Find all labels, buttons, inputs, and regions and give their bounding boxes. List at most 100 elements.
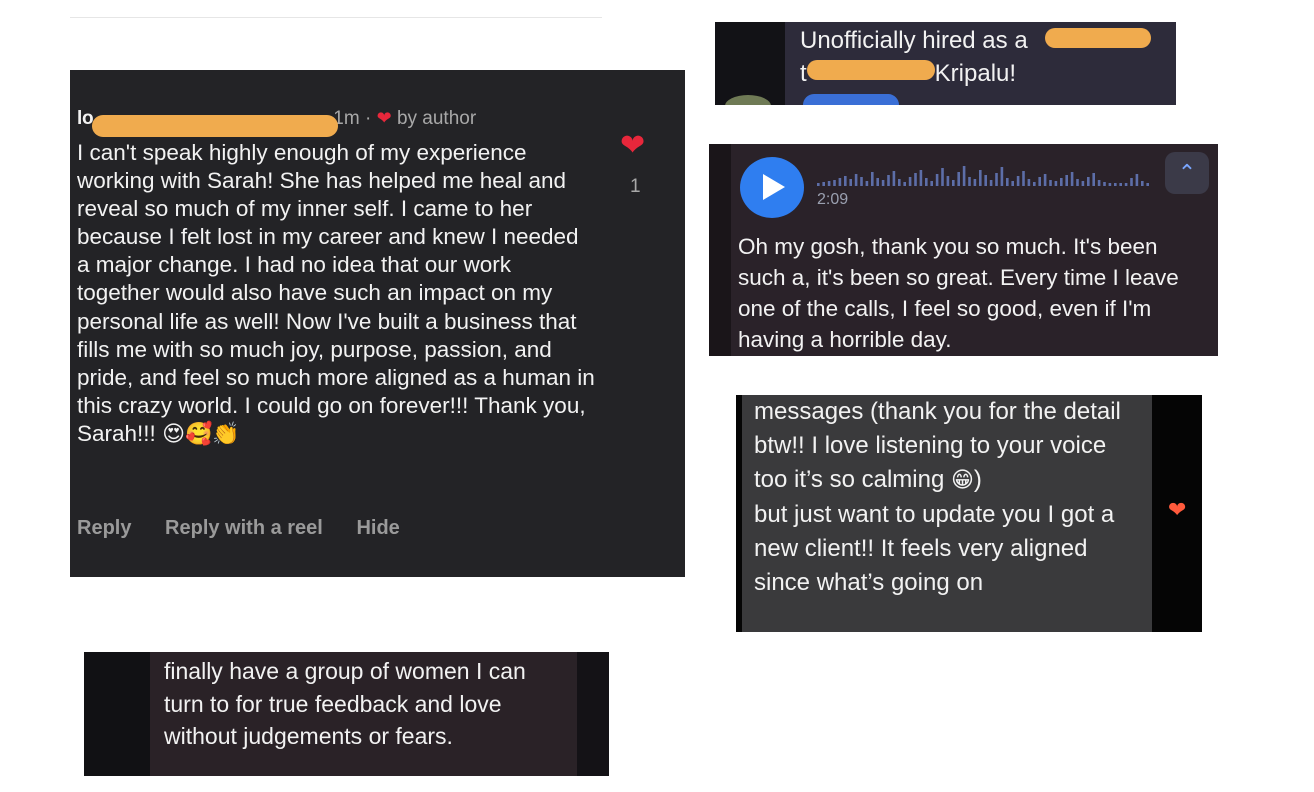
waveform-bar <box>838 178 842 186</box>
waveform-bar <box>849 179 852 186</box>
waveform-bar <box>871 172 874 186</box>
reply-button[interactable]: Reply <box>77 517 131 539</box>
waveform-bar <box>935 174 939 186</box>
chevron-up-icon: ⌃ <box>1177 160 1197 185</box>
waveform-bar <box>930 181 933 186</box>
waveform-bar <box>860 177 863 186</box>
reply-with-reel-button[interactable]: Reply with a reel <box>165 517 323 539</box>
waveform-bar <box>1092 173 1095 186</box>
waveform-bar <box>833 180 836 186</box>
redaction-mark <box>1045 28 1151 48</box>
waveform-bar <box>1054 181 1058 186</box>
voice-message-card: 2:09 ⌃ Oh my gosh, thank you so much. It… <box>709 144 1218 356</box>
waveform-bar <box>827 181 831 186</box>
waveform-bar <box>1038 177 1041 186</box>
waveform-bar <box>995 173 998 186</box>
message-hired-text: Unofficially hired as a t Kripalu! <box>800 24 1028 90</box>
message-client-text: messages (thank you for the detail btw!!… <box>754 395 1146 600</box>
waveform-bar <box>952 180 955 186</box>
voice-duration: 2:09 <box>817 191 849 208</box>
waveform-bar <box>1006 178 1009 186</box>
waveform-bar <box>1146 183 1149 186</box>
like-heart-icon[interactable]: ❤ <box>620 128 645 163</box>
waveform-bar <box>1081 181 1085 186</box>
redaction-mark <box>92 115 338 137</box>
message-line-2-suffix: Kripalu! <box>934 60 1017 87</box>
waveform-bar <box>1000 167 1004 186</box>
redaction-mark <box>807 60 935 80</box>
comment-username[interactable]: lo <box>77 108 94 129</box>
chat-background <box>577 652 609 776</box>
voice-transcript: Oh my gosh, thank you so much. It's been… <box>738 234 1179 352</box>
waveform-bar <box>817 183 820 186</box>
waveform-bar <box>1043 174 1047 186</box>
play-icon <box>763 174 785 200</box>
waveform-bar <box>1016 176 1020 186</box>
play-button[interactable] <box>740 157 804 218</box>
waveform-bar <box>1022 171 1025 186</box>
waveform-bar <box>925 178 928 186</box>
waveform-bar <box>1097 180 1101 186</box>
message-text-part-3: but just want to update you I got a new … <box>754 501 1115 596</box>
heart-reaction-icon: ❤ <box>1168 497 1187 522</box>
waveform-bar <box>908 177 912 186</box>
comment-actions: Reply Reply with a reel Hide <box>77 517 428 540</box>
waveform-bar <box>1119 183 1122 186</box>
waveform-bar <box>941 168 944 186</box>
message-hired-card: Unofficially hired as a t Kripalu! <box>715 22 1176 105</box>
waveform[interactable] <box>817 162 1152 188</box>
message-group-card: finally have a group of women I can turn… <box>84 652 609 776</box>
waveform-bar <box>892 171 896 186</box>
waveform-bar <box>919 170 923 186</box>
waveform-bar <box>1070 172 1074 186</box>
chat-background <box>84 652 150 776</box>
waveform-bar <box>968 177 971 186</box>
message-text-part-1: messages (thank you for the detail btw!!… <box>754 398 1121 493</box>
waveform-bar <box>1087 177 1090 186</box>
waveform-bar <box>1103 182 1106 186</box>
chat-background <box>736 395 742 632</box>
waveform-bar <box>957 172 960 186</box>
waveform-bar <box>973 179 977 186</box>
waveform-bar <box>822 182 825 186</box>
comment-emojis: 😍🥰👏 <box>162 421 240 447</box>
chat-background <box>709 144 731 356</box>
comment-time: 1m · <box>333 108 372 129</box>
message-text-part-2: ) <box>973 466 982 493</box>
waveform-bar <box>881 180 885 186</box>
waveform-bar <box>903 182 906 186</box>
waveform-bar <box>1060 178 1063 186</box>
author-heart-icon: ❤ <box>376 108 392 128</box>
collapse-button[interactable]: ⌃ <box>1165 152 1209 194</box>
waveform-bar <box>1011 181 1014 186</box>
waveform-bar <box>979 170 982 186</box>
message-line-2-prefix: t <box>800 60 807 87</box>
waveform-bar <box>898 179 901 186</box>
waveform-bar <box>1124 183 1128 186</box>
waveform-bar <box>1141 181 1144 186</box>
by-author-label: by author <box>396 108 477 129</box>
waveform-bar <box>865 181 869 186</box>
grin-emoji: 😁 <box>950 468 974 493</box>
waveform-bar <box>914 173 917 186</box>
waveform-bar <box>1114 183 1117 186</box>
waveform-bar <box>1027 179 1031 186</box>
top-divider <box>70 17 602 18</box>
waveform-bar <box>984 175 987 186</box>
waveform-bar <box>844 176 847 186</box>
waveform-bar <box>1135 174 1139 186</box>
hide-button[interactable]: Hide <box>356 517 399 539</box>
message-client-card: messages (thank you for the detail btw!!… <box>736 395 1202 632</box>
waveform-bar <box>962 166 966 186</box>
waveform-bar <box>1108 183 1112 186</box>
like-count: 1 <box>630 176 641 197</box>
reaction-pill[interactable] <box>803 94 899 105</box>
chat-background <box>715 22 785 105</box>
message-group-text: finally have a group of women I can turn… <box>164 658 526 749</box>
waveform-bar <box>1076 179 1079 186</box>
waveform-bar <box>1033 182 1036 186</box>
waveform-bar <box>876 178 879 186</box>
comment-body: I can't speak highly enough of my experi… <box>77 139 597 449</box>
waveform-bar <box>1130 178 1133 186</box>
message-line-1: Unofficially hired as a <box>800 27 1028 54</box>
